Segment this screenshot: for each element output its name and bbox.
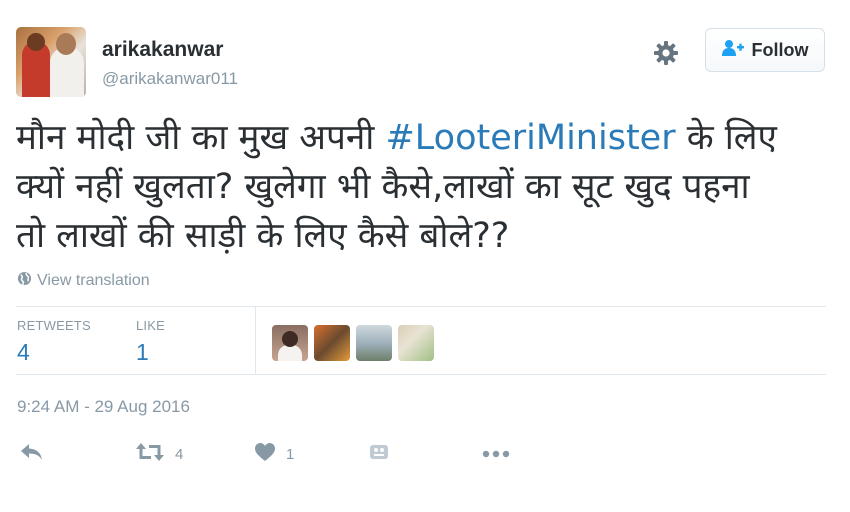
- engager-avatar[interactable]: [356, 325, 392, 361]
- more-icon: [481, 446, 511, 463]
- engager-avatars: [272, 325, 434, 361]
- add-user-icon: [721, 39, 744, 62]
- like-button[interactable]: 1: [254, 441, 294, 467]
- likes-count: 1: [136, 339, 149, 365]
- tweet-timestamp[interactable]: 9:24 AM - 29 Aug 2016: [17, 397, 190, 417]
- follow-button-label: Follow: [751, 39, 809, 60]
- engager-avatar[interactable]: [314, 325, 350, 361]
- user-fullname[interactable]: arikakanwar: [102, 38, 223, 62]
- tweet-text-line: तो लाखों की साड़ी के लिए कैसे बोले??: [16, 216, 510, 256]
- tweet-text-segment: के लिए: [675, 118, 777, 158]
- hashtag-link[interactable]: #LooteriMinister: [385, 118, 675, 158]
- tweet-text-line: क्यों नहीं खुलता? खुलेगा भी कैसे,लाखों क…: [16, 167, 750, 207]
- heart-icon: [254, 442, 276, 466]
- view-translation-link[interactable]: View translation: [17, 271, 150, 291]
- gear-icon[interactable]: [651, 38, 681, 68]
- reply-button[interactable]: [20, 441, 44, 467]
- tweet-stats-button[interactable]: [369, 441, 389, 467]
- likes-label: LIKE: [136, 318, 165, 333]
- retweets-label: RETWEETS: [17, 318, 91, 333]
- divider: [255, 307, 256, 374]
- likes-stat[interactable]: LIKE 1: [136, 318, 165, 366]
- user-screen-name[interactable]: @arikakanwar011: [102, 69, 238, 89]
- user-avatar[interactable]: [16, 27, 86, 97]
- divider: [16, 374, 826, 375]
- avatar-figure: [27, 33, 45, 51]
- more-button[interactable]: [481, 441, 511, 467]
- follow-button[interactable]: Follow: [705, 28, 825, 72]
- retweets-stat[interactable]: RETWEETS 4: [17, 318, 91, 366]
- reply-icon: [20, 442, 44, 466]
- engager-avatar[interactable]: [272, 325, 308, 361]
- tweet-text: मौन मोदी जी का मुख अपनी #LooteriMinister…: [16, 114, 836, 261]
- like-count: 1: [286, 445, 295, 463]
- retweets-count: 4: [17, 339, 30, 365]
- tweet-text-segment: मौन मोदी जी का मुख अपनी: [16, 118, 386, 158]
- divider: [16, 306, 826, 307]
- avatar-figure: [56, 33, 76, 55]
- retweet-count: 4: [175, 445, 184, 463]
- retweet-button[interactable]: 4: [135, 441, 183, 467]
- tweet-text-line: मौन मोदी जी का मुख अपनी #LooteriMinister…: [16, 114, 836, 163]
- globe-icon: [17, 271, 32, 291]
- tweet-stats-icon: [369, 443, 389, 465]
- engager-avatar[interactable]: [398, 325, 434, 361]
- retweet-icon: [135, 442, 165, 466]
- view-translation-label: View translation: [37, 272, 150, 289]
